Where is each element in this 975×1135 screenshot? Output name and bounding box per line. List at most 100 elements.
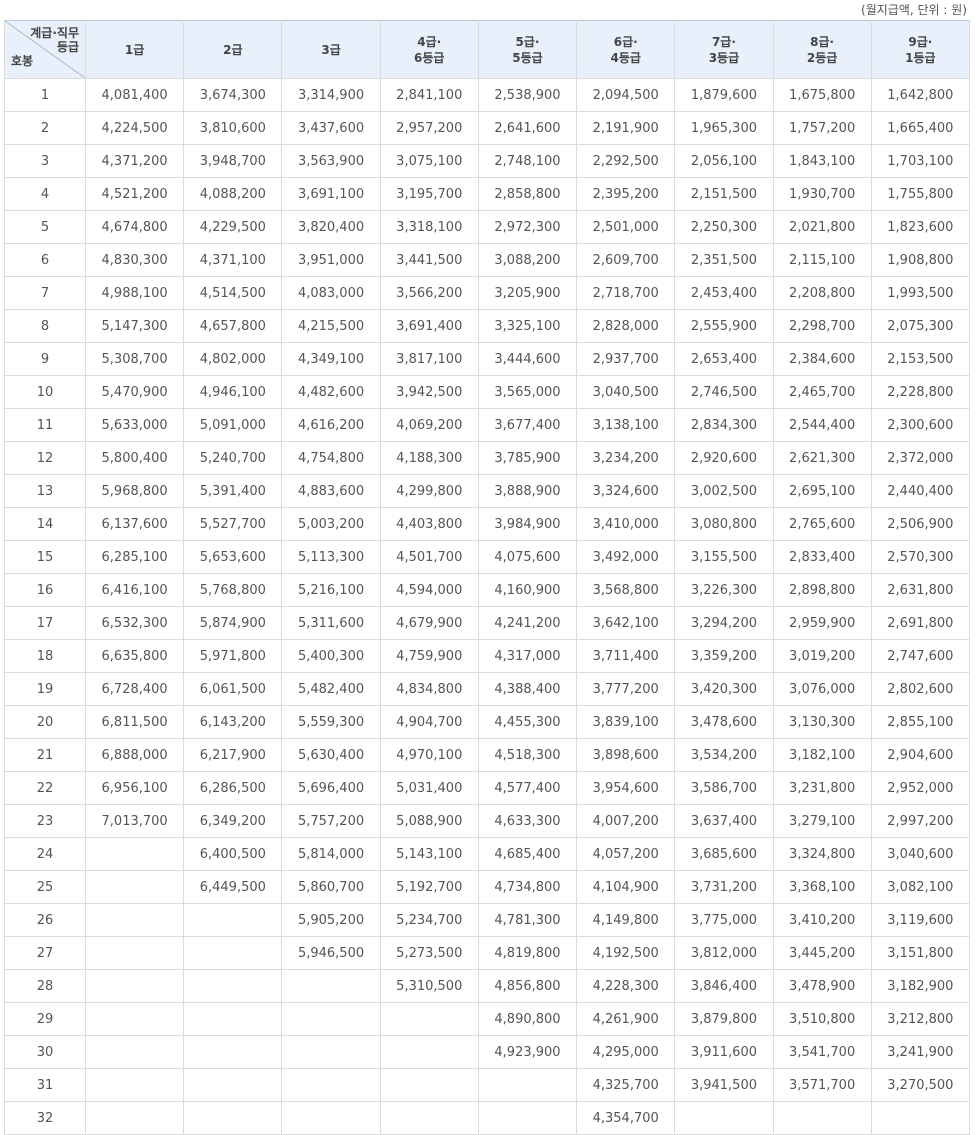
salary-cell: 2,021,800 [772,210,872,244]
salary-cell: 3,420,300 [674,672,774,706]
salary-cell: 2,228,800 [870,375,971,409]
column-header-line: 7급· [711,34,736,49]
salary-cell [84,969,185,1003]
salary-cell: 5,768,800 [183,573,283,607]
salary-cell: 1,642,800 [870,78,971,112]
salary-cell [379,1068,479,1102]
salary-cell: 2,555,900 [674,309,774,343]
salary-cell: 3,492,000 [576,540,676,574]
table-row: 8 5,147,300 4,657,800 4,215,500 3,691,400 3,3… [4,309,971,343]
salary-cell: 3,812,000 [674,936,774,970]
salary-cell: 3,002,500 [674,474,774,508]
salary-cell: 3,076,000 [772,672,872,706]
salary-cell: 2,959,900 [772,606,872,640]
table-row: 6 4,830,300 4,371,100 3,951,000 3,441,500 3,0… [4,243,971,277]
table-row: 32 4,354,700 [4,1101,971,1135]
salary-cell: 2,075,300 [870,309,971,343]
table-row: 15 6,285,100 5,653,600 5,113,300 4,501,700 4,… [4,540,971,574]
salary-cell: 3,846,400 [674,969,774,1003]
step-cell: 3 [4,144,86,178]
salary-cell: 4,455,300 [477,705,578,739]
column-header: 6급· 4등급 [576,20,676,79]
table-row: 4 4,521,200 4,088,200 3,691,100 3,195,700 2,8… [4,177,971,211]
salary-cell: 4,261,900 [576,1002,676,1036]
step-cell: 14 [4,507,86,541]
salary-cell: 4,224,500 [84,111,185,145]
salary-cell: 3,691,400 [379,309,479,343]
salary-cell [183,969,283,1003]
salary-cell: 2,372,000 [870,441,971,475]
salary-cell: 2,802,600 [870,672,971,706]
salary-cell: 2,501,000 [576,210,676,244]
table-row: 21 6,888,000 6,217,900 5,630,400 4,970,100 4,… [4,738,971,772]
column-header-line: 6등급 [414,50,445,65]
salary-cell [84,1002,185,1036]
column-header: 9급· 1등급 [870,20,971,79]
salary-cell: 3,785,900 [477,441,578,475]
salary-cell: 4,057,200 [576,837,676,871]
salary-cell: 2,453,400 [674,276,774,310]
salary-cell: 4,192,500 [576,936,676,970]
salary-cell: 4,325,700 [576,1068,676,1102]
salary-cell [281,969,381,1003]
salary-cell [379,1002,479,1036]
salary-cell: 5,630,400 [281,738,381,772]
salary-cell: 4,734,800 [477,870,578,904]
step-cell: 20 [4,705,86,739]
salary-cell: 4,594,000 [379,573,479,607]
salary-cell: 4,890,800 [477,1002,578,1036]
salary-cell: 5,216,100 [281,573,381,607]
salary-cell: 3,541,700 [772,1035,872,1069]
salary-cell: 3,565,000 [477,375,578,409]
step-cell: 24 [4,837,86,871]
salary-cell: 5,310,500 [379,969,479,1003]
step-cell: 7 [4,276,86,310]
salary-cell: 2,384,600 [772,342,872,376]
table-row: 7 4,988,100 4,514,500 4,083,000 3,566,200 3,2… [4,276,971,310]
salary-cell: 4,946,100 [183,375,283,409]
salary-cell: 1,993,500 [870,276,971,310]
salary-cell: 3,082,100 [870,870,971,904]
table-row: 3 4,371,200 3,948,700 3,563,900 3,075,100 2,7… [4,144,971,178]
salary-cell: 4,988,100 [84,276,185,310]
salary-cell: 2,858,800 [477,177,578,211]
table-row: 30 4,923,900 4,295,000 3,911,600 3,541,700 3,… [4,1035,971,1069]
salary-cell: 4,633,300 [477,804,578,838]
salary-cell: 2,300,600 [870,408,971,442]
salary-cell: 3,586,700 [674,771,774,805]
column-header: 7급· 3등급 [674,20,774,79]
step-cell: 21 [4,738,86,772]
salary-cell: 3,817,100 [379,342,479,376]
salary-cell: 3,444,600 [477,342,578,376]
salary-cell: 5,470,900 [84,375,185,409]
salary-cell: 6,532,300 [84,606,185,640]
salary-cell [772,1101,872,1135]
table-row: 17 6,532,300 5,874,900 5,311,600 4,679,900 4,… [4,606,971,640]
step-cell: 13 [4,474,86,508]
salary-cell: 2,855,100 [870,705,971,739]
salary-cell: 3,911,600 [674,1035,774,1069]
salary-cell: 4,371,200 [84,144,185,178]
salary-cell: 3,040,600 [870,837,971,871]
table-row: 25 6,449,500 5,860,700 5,192,700 4,734,800 4,… [4,870,971,904]
table-row: 23 7,013,700 6,349,200 5,757,200 5,088,900 4,… [4,804,971,838]
salary-cell: 1,665,400 [870,111,971,145]
salary-cell: 5,234,700 [379,903,479,937]
salary-cell [281,1002,381,1036]
salary-cell: 2,153,500 [870,342,971,376]
salary-cell: 2,250,300 [674,210,774,244]
table-row: 9 5,308,700 4,802,000 4,349,100 3,817,100 3,4… [4,342,971,376]
step-cell: 17 [4,606,86,640]
salary-cell: 2,298,700 [772,309,872,343]
salary-cell: 2,746,500 [674,375,774,409]
salary-cell: 2,765,600 [772,507,872,541]
salary-cell: 3,324,800 [772,837,872,871]
salary-cell [84,837,185,871]
salary-cell: 2,191,900 [576,111,676,145]
column-header-line: 5급· [515,34,540,49]
salary-cell: 2,151,500 [674,177,774,211]
salary-cell: 1,879,600 [674,78,774,112]
column-header-line: 1급 [124,42,145,57]
salary-cell [84,936,185,970]
salary-cell: 3,568,800 [576,573,676,607]
